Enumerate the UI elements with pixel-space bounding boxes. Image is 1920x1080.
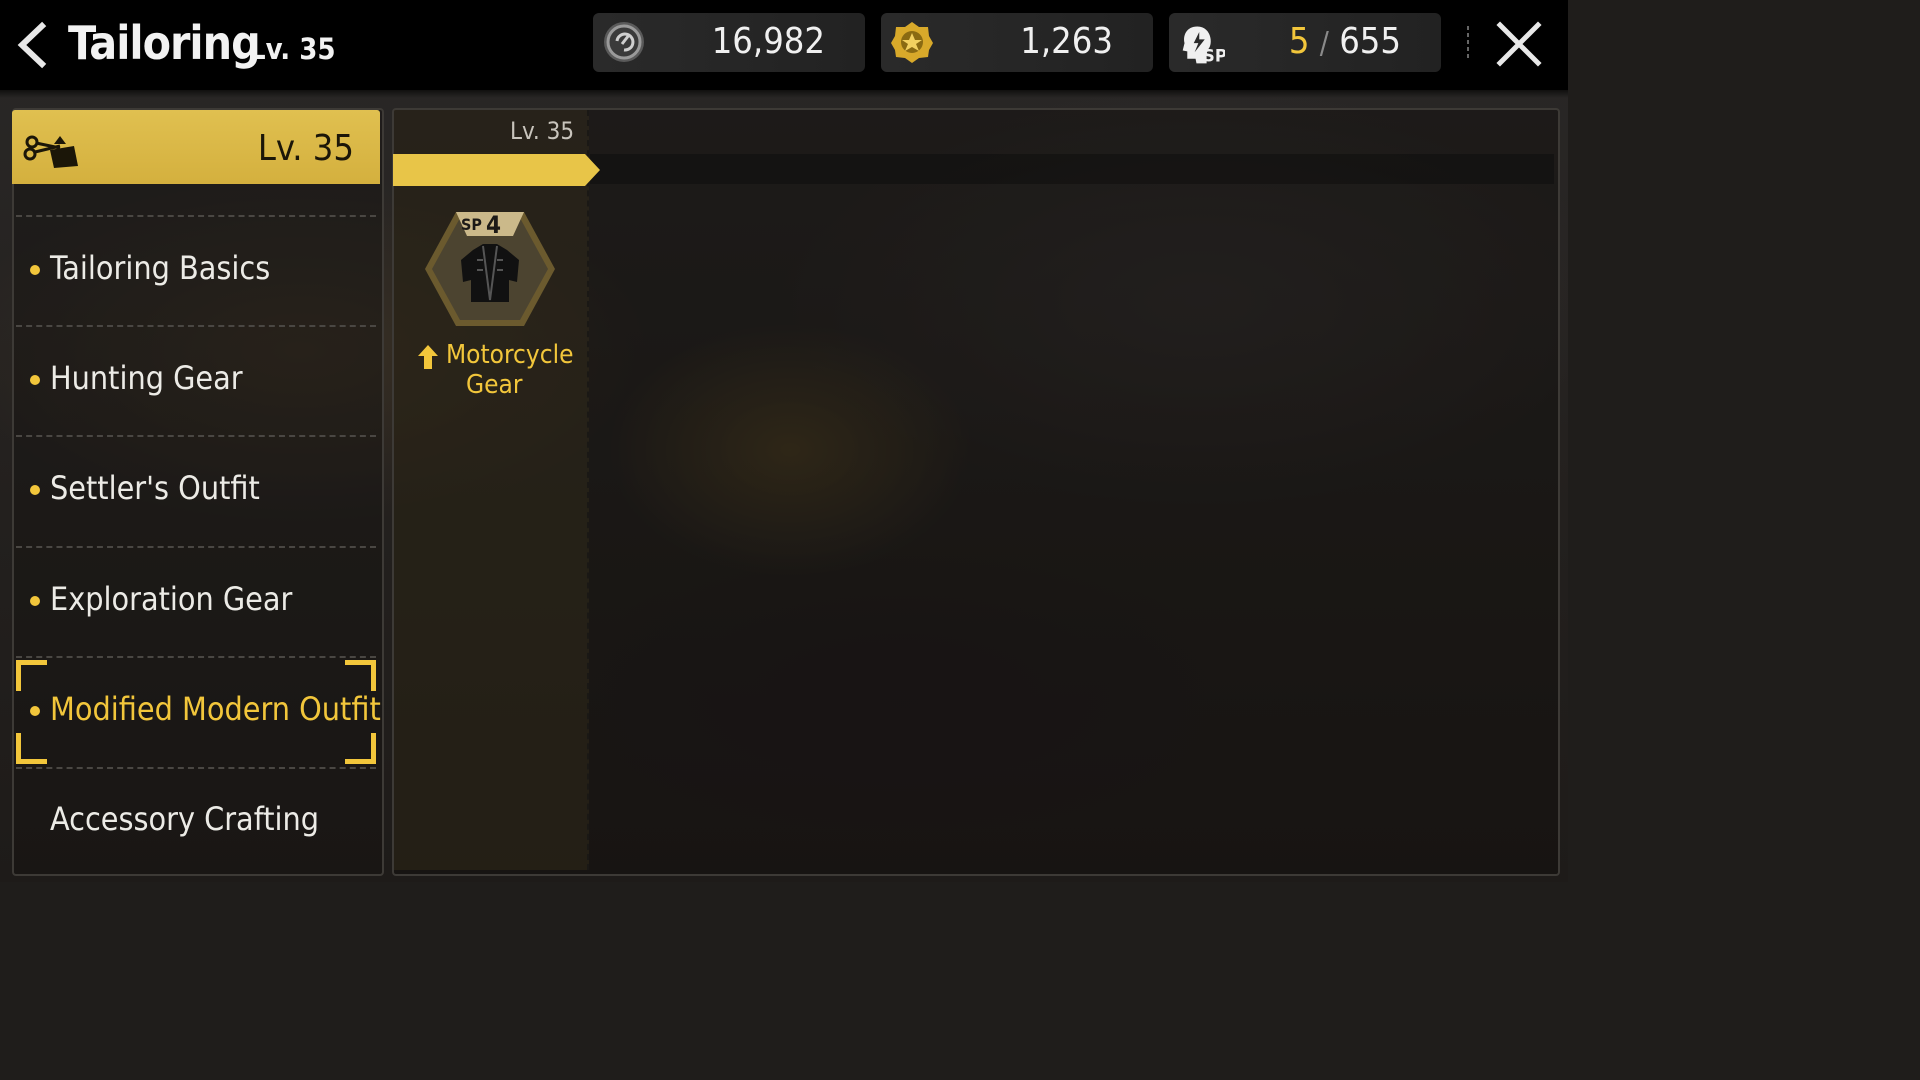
selection-corner: [16, 733, 47, 764]
bullet-icon: [30, 265, 40, 275]
node-sp-label: SP: [461, 215, 482, 234]
level-progress-arrow: [393, 154, 600, 186]
coins-counter[interactable]: 16,982: [593, 13, 865, 72]
sidebar-item-hunting-gear[interactable]: Hunting Gear: [14, 327, 378, 435]
coins-value: 16,982: [711, 21, 825, 62]
sidebar-level-label: Lv. 35: [257, 128, 354, 169]
gear-tokens-value: 1,263: [1020, 21, 1113, 62]
bullet-icon: [30, 596, 40, 606]
node-sp-cost: 4: [486, 211, 502, 239]
selection-corner: [345, 733, 376, 764]
sidebar-item-tailoring-basics[interactable]: Tailoring Basics: [14, 217, 378, 325]
page-title: Tailoring: [68, 16, 261, 70]
back-arrow-icon[interactable]: [12, 20, 52, 70]
skill-points-separator: /: [1319, 26, 1329, 61]
bullet-icon: [30, 706, 40, 716]
gear-tokens-counter[interactable]: 1,263: [881, 13, 1153, 72]
top-bar: Tailoring Lv. 35 16,982 1,263 SP 5 / 655: [0, 0, 1568, 98]
sidebar-item-label: Modified Modern Outfit: [50, 690, 381, 728]
level-track: [590, 154, 1554, 184]
close-icon[interactable]: [1494, 19, 1544, 69]
sidebar-item-modified-modern-outfit[interactable]: Modified Modern Outfit: [14, 658, 381, 766]
sidebar-item-label: Exploration Gear: [50, 580, 293, 618]
sidebar-item-settlers-outfit[interactable]: Settler's Outfit: [14, 437, 378, 545]
skill-points-counter[interactable]: SP 5 / 655: [1169, 13, 1441, 72]
sidebar-item-exploration-gear[interactable]: Exploration Gear: [14, 548, 378, 656]
column-level-label: Lv. 35: [510, 117, 575, 145]
scissors-fabric-icon: [23, 135, 78, 168]
page-level: Lv. 35: [249, 32, 336, 66]
sidebar-item-label: Tailoring Basics: [50, 249, 271, 287]
skill-point-head-icon: SP: [1182, 26, 1225, 65]
sidebar-item-label: Hunting Gear: [50, 359, 243, 397]
skill-points-max: 655: [1339, 21, 1401, 62]
bullet-icon: [30, 485, 40, 495]
gear-token-icon: [891, 22, 933, 63]
selection-corner: [16, 660, 47, 691]
sidebar-item-label: Accessory Crafting: [50, 800, 320, 838]
skill-points-value: 5 / 655: [1289, 21, 1401, 62]
sidebar-item-accessory-crafting[interactable]: Accessory Crafting: [14, 768, 378, 876]
selection-corner: [345, 660, 376, 691]
node-name[interactable]: Gear: [466, 370, 522, 400]
toolbar-divider: [1467, 26, 1469, 60]
node-name[interactable]: Motorcycle: [446, 340, 573, 370]
sidebar-level-header: Lv. 35: [12, 110, 380, 184]
sidebar-item-label: Settler's Outfit: [50, 469, 260, 507]
coin-icon: [604, 22, 644, 62]
svg-text:SP: SP: [1203, 46, 1225, 65]
arrow-up-icon: [418, 345, 438, 369]
bullet-icon: [30, 375, 40, 385]
skill-points-current: 5: [1288, 21, 1310, 62]
